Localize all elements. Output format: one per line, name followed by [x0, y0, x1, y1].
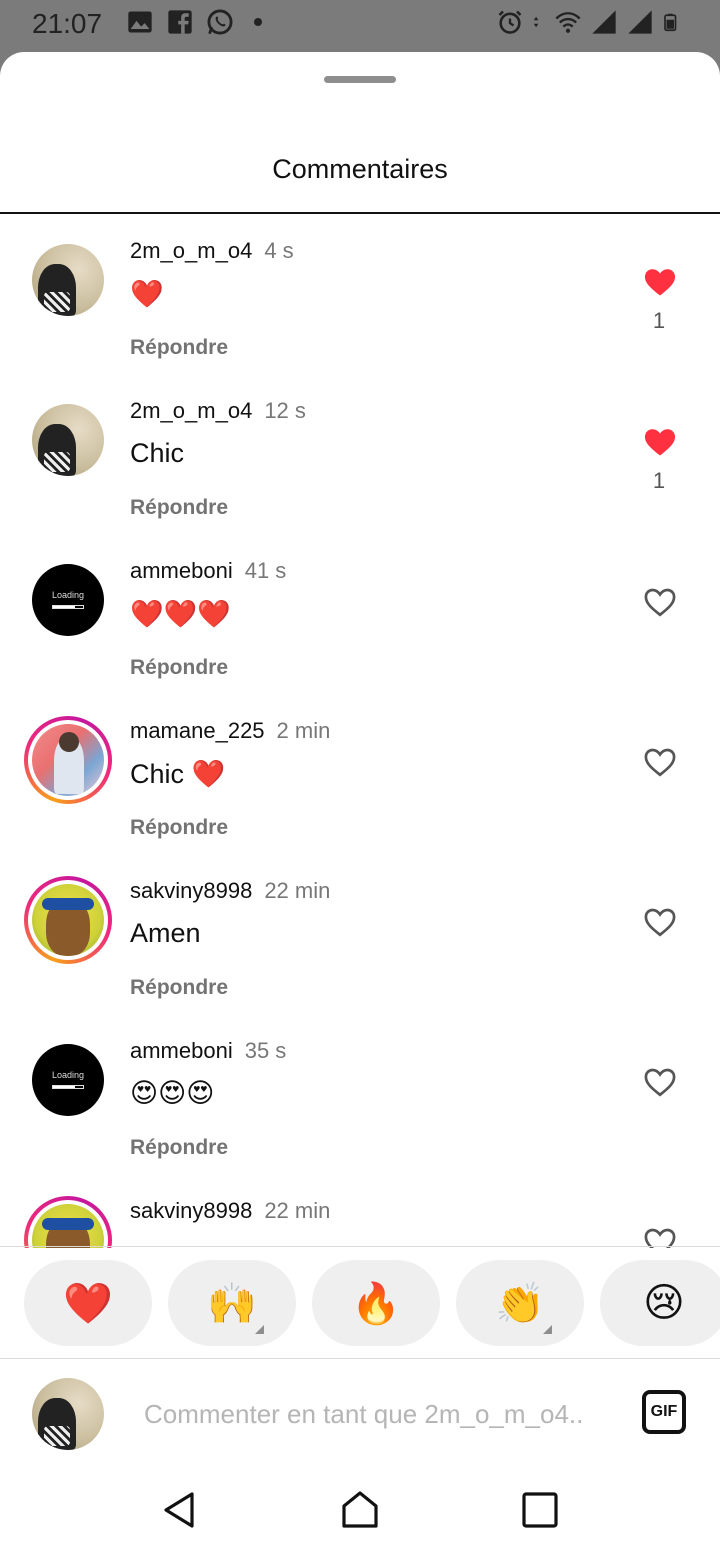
comment-item: mamane_225 2 min Chic ❤️ Répondre: [0, 694, 720, 854]
clapping-hands-emoji-icon: 👏: [495, 1280, 545, 1327]
avatar-loading-text: Loading: [51, 1070, 85, 1080]
fire-emoji-icon: 🔥: [351, 1280, 401, 1327]
recents-icon[interactable]: [518, 1488, 562, 1532]
back-icon[interactable]: [158, 1488, 202, 1532]
comment-time: 12 s: [264, 398, 306, 423]
comment-text: Amen: [130, 918, 201, 948]
reaction-crying-face-button[interactable]: 😢: [600, 1260, 720, 1346]
whatsapp-icon: [207, 9, 233, 35]
comment-text: ❤️❤️❤️: [130, 599, 231, 630]
comment-input[interactable]: [144, 1396, 624, 1432]
comment-username[interactable]: ammeboni: [130, 558, 233, 583]
page-title: Commentaires: [272, 154, 448, 184]
comment-text: Chic ❤️: [130, 759, 226, 789]
reaction-fire-button[interactable]: 🔥: [312, 1260, 440, 1346]
comment-username[interactable]: sakviny8998: [130, 1198, 252, 1223]
signal-icon: [592, 10, 616, 34]
heart-outline-icon[interactable]: [642, 584, 678, 620]
reaction-raising-hands-button[interactable]: 🙌: [168, 1260, 296, 1346]
gif-button[interactable]: GIF: [642, 1390, 686, 1434]
quick-reactions-bar: ❤️ 🙌 🔥 👏 😢: [0, 1260, 720, 1348]
image-icon: [128, 11, 152, 33]
heart-emoji-icon: ❤️: [63, 1280, 113, 1327]
comment-text: ❤️: [130, 279, 164, 310]
comment-time: 22 min: [264, 1198, 331, 1223]
avatar[interactable]: Loading: [32, 564, 104, 636]
comment-item: Loading ammeboni 41 s ❤️❤️❤️ Répondre: [0, 534, 720, 694]
reply-button[interactable]: Répondre: [130, 336, 228, 360]
avatar[interactable]: [24, 716, 112, 804]
heart-outline-icon[interactable]: [642, 1224, 678, 1248]
signal-icon: [628, 10, 652, 34]
comment-item: sakviny8998 22 min Amen Répondre: [0, 854, 720, 1014]
status-time: 21:07: [32, 8, 103, 39]
reply-button[interactable]: Répondre: [130, 976, 228, 1000]
comments-sheet: Commentaires 2m_o_m_o4 4 s ❤️ Répondre 1 …: [0, 52, 720, 1560]
comment-username[interactable]: mamane_225: [130, 718, 265, 743]
avatar: [32, 1378, 104, 1450]
heart-filled-icon[interactable]: [642, 264, 678, 300]
reaction-heart-button[interactable]: ❤️: [24, 1260, 152, 1346]
comment-time: 2 min: [276, 718, 331, 743]
variants-indicator-icon: [255, 1325, 264, 1334]
data-arrows-icon: [533, 16, 539, 28]
comment-username[interactable]: 2m_o_m_o4: [130, 238, 252, 263]
comment-time: 35 s: [244, 1038, 287, 1063]
divider: [0, 1246, 720, 1247]
comment-item: 2m_o_m_o4 4 s ❤️ Répondre 1: [0, 214, 720, 374]
navigation-bar: [0, 1458, 720, 1560]
reply-button[interactable]: Répondre: [130, 816, 228, 840]
avatar[interactable]: [32, 244, 104, 316]
comment-time: 41 s: [244, 558, 287, 583]
dot-icon: [254, 18, 262, 26]
facebook-icon: [168, 10, 192, 34]
comment-item: 2m_o_m_o4 12 s Chic Répondre 1: [0, 374, 720, 534]
wifi-icon: [555, 12, 581, 33]
reply-button[interactable]: Répondre: [130, 1136, 228, 1160]
avatar[interactable]: [24, 876, 112, 964]
raising-hands-emoji-icon: 🙌: [207, 1280, 257, 1327]
heart-filled-icon[interactable]: [642, 424, 678, 460]
variants-indicator-icon: [543, 1325, 552, 1334]
avatar-loading-text: Loading: [51, 590, 85, 600]
comment-time: 22 min: [264, 878, 331, 903]
comment-username[interactable]: sakviny8998: [130, 878, 252, 903]
comment-text: Chic: [130, 438, 185, 468]
like-count: 1: [652, 308, 666, 333]
heart-outline-icon[interactable]: [642, 1064, 678, 1100]
comment-item: sakviny8998 22 min: [0, 1174, 720, 1248]
heart-outline-icon[interactable]: [642, 904, 678, 940]
status-bar: 21:07: [0, 0, 720, 52]
comment-username[interactable]: ammeboni: [130, 1038, 233, 1063]
divider: [0, 1358, 720, 1359]
comment-time: 4 s: [264, 238, 294, 263]
comment-username[interactable]: 2m_o_m_o4: [130, 398, 252, 423]
crying-face-emoji-icon: 😢: [643, 1280, 685, 1326]
reaction-clapping-hands-button[interactable]: 👏: [456, 1260, 584, 1346]
heart-outline-icon[interactable]: [642, 744, 678, 780]
avatar[interactable]: [32, 404, 104, 476]
alarm-icon: [498, 10, 522, 34]
reply-button[interactable]: Répondre: [130, 656, 228, 680]
comment-text: 😍😍😍: [130, 1078, 215, 1109]
battery-icon: [664, 13, 677, 32]
avatar[interactable]: [24, 1196, 112, 1248]
home-icon[interactable]: [338, 1488, 382, 1532]
avatar[interactable]: Loading: [32, 1044, 104, 1116]
comments-list[interactable]: 2m_o_m_o4 4 s ❤️ Répondre 1 2m_o_m_o4 12 s…: [0, 214, 720, 1248]
drag-handle[interactable]: [324, 76, 396, 83]
reply-button[interactable]: Répondre: [130, 496, 228, 520]
like-count: 1: [652, 468, 666, 493]
comment-item: Loading ammeboni 35 s 😍😍😍 Répondre: [0, 1014, 720, 1174]
